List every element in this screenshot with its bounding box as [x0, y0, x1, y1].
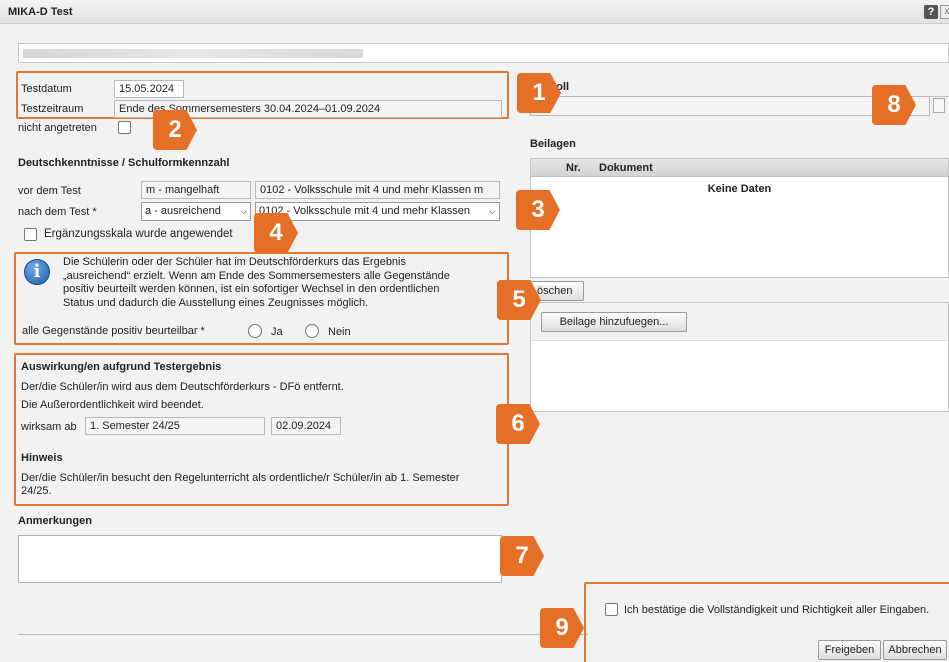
info-text: Die Schülerin oder der Schüler hat im De… [63, 256, 450, 310]
test-date-field[interactable]: 15.05.2024 [114, 80, 184, 98]
empty-message: Keine Daten [707, 183, 772, 195]
info-line: Die Schülerin oder der Schüler hat im De… [63, 256, 406, 268]
confirm-checkbox[interactable] [605, 603, 618, 616]
add-attachment-button[interactable]: Beilage hinzufuegen... [541, 312, 687, 332]
attachments-label: Beilagen [530, 138, 576, 150]
info-line: Status und dadurch die Ausstellung eines… [63, 296, 369, 309]
test-period-label: Testzeitraum [21, 103, 84, 115]
close-icon[interactable]: x [940, 5, 949, 19]
after-grade-select[interactable]: a - ausreichend ⌵ [141, 202, 251, 221]
status-strip [18, 43, 949, 63]
callout-badge: 7 [500, 536, 544, 576]
col-document[interactable]: Dokument [599, 162, 653, 174]
help-icon[interactable]: ? [924, 5, 938, 19]
result-line: Der/die Schüler/in wird aus dem Deutschf… [21, 381, 344, 393]
callout-badge: 9 [540, 608, 584, 648]
note-line: Der/die Schüler/in besucht den Regelunte… [21, 472, 460, 484]
yes-label: Ja [271, 326, 283, 338]
after-school-select[interactable]: 0102 - Volksschule mit 4 und mehr Klasse… [255, 202, 500, 221]
no-radio[interactable] [305, 324, 319, 338]
effective-label: wirksam ab [21, 421, 77, 433]
attachments-table: Nr. Dokument Keine Daten [530, 158, 949, 278]
yes-radio[interactable] [248, 324, 262, 338]
info-icon: i [24, 259, 50, 285]
after-school-value: 0102 - Volksschule mit 4 und mehr Klasse… [259, 205, 470, 217]
info-line: „ausreichend“ erzielt. Wenn am Ende des … [63, 269, 450, 282]
chevron-down-icon: ⌵ [240, 206, 247, 216]
after-test-label: nach dem Test * [18, 206, 97, 218]
effective-date-field: 02.09.2024 [271, 417, 341, 435]
chevron-down-icon: ⌵ [489, 206, 496, 216]
confirm-label: Ich bestätige die Vollständigkeit und Ri… [624, 604, 930, 616]
col-nr[interactable]: Nr. [566, 162, 581, 174]
test-date-label: Testdatum [21, 83, 72, 95]
no-label: Nein [328, 326, 351, 338]
supplement-checkbox[interactable] [24, 228, 37, 241]
window-title: MIKA-D Test [8, 6, 73, 18]
before-school-field: 0102 - Volksschule mit 4 und mehr Klasse… [255, 181, 500, 199]
document-icon[interactable] [933, 98, 945, 113]
protocol-field [530, 96, 930, 116]
remarks-textarea[interactable] [18, 535, 502, 583]
note-text: Der/die Schüler/in besucht den Regelunte… [21, 472, 459, 498]
note-heading: Hinweis [21, 452, 63, 464]
cancel-button[interactable]: Abbrechen [883, 640, 947, 660]
positive-question-label: alle Gegenstände positiv beurteilbar * [22, 325, 205, 337]
divider [18, 634, 588, 635]
upload-panel: Beilage hinzufuegen... [530, 302, 949, 412]
note-line: 24/25. [21, 485, 52, 497]
remarks-label: Anmerkungen [18, 515, 92, 527]
before-grade-field: m - mangelhaft [141, 181, 251, 199]
release-button[interactable]: Freigeben [818, 640, 881, 660]
result-heading: Auswirkung/en aufgrund Testergebnis [21, 361, 222, 373]
absent-checkbox[interactable] [118, 121, 131, 134]
absent-label: nicht angetreten [18, 122, 97, 134]
skills-heading: Deutschkenntnisse / Schulformkennzahl [18, 157, 230, 169]
callout-badge: 8 [872, 85, 916, 125]
info-line: positiv beurteilt werden können, ist ein… [63, 283, 440, 295]
after-grade-value: a - ausreichend [145, 205, 221, 217]
effective-semester-field: 1. Semester 24/25 [85, 417, 265, 435]
attachments-header: Nr. Dokument [531, 159, 948, 177]
before-test-label: vor dem Test [18, 185, 81, 197]
title-bar: MIKA-D Test ? x [0, 0, 949, 24]
supplement-label: Ergänzungsskala wurde angewendet [44, 228, 233, 240]
result-line: Die Außerordentlichkeit wird beendet. [21, 399, 204, 411]
